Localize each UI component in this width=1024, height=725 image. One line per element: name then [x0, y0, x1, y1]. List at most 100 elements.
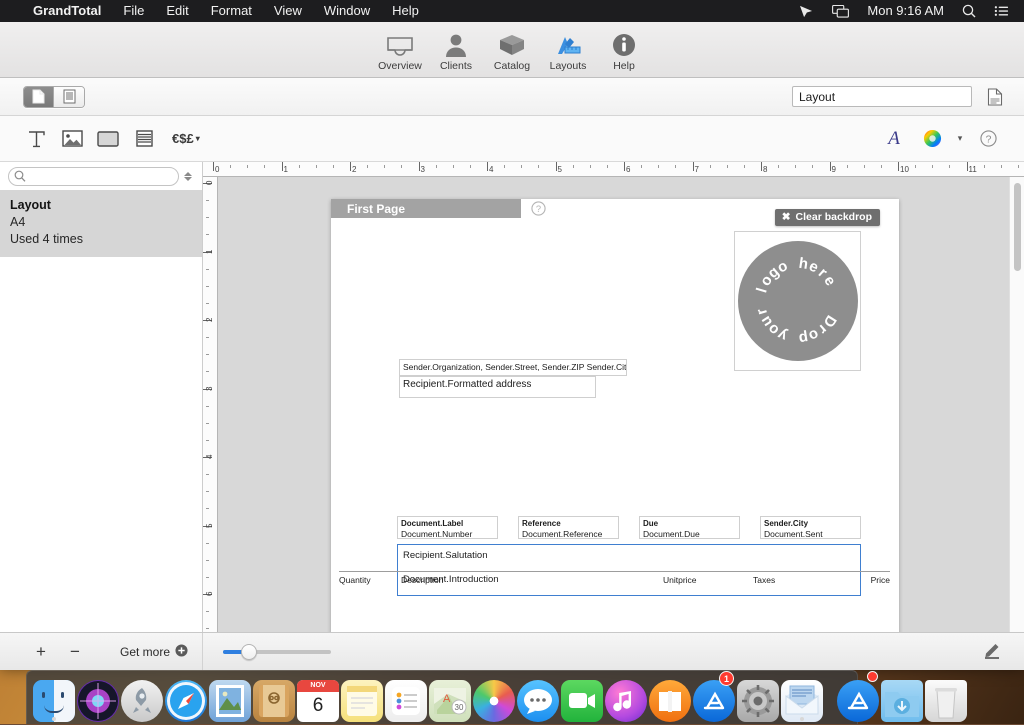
remove-layout-button[interactable]: − [58, 633, 92, 670]
canvas-vertical-scrollbar[interactable] [1009, 177, 1024, 632]
search-input[interactable] [8, 167, 179, 186]
dock-item-safari[interactable] [165, 672, 207, 722]
color-dropdown-arrow-icon[interactable]: ▾ [952, 124, 968, 154]
pencil-edit-icon[interactable] [982, 641, 1002, 662]
dock-item-mail[interactable] [781, 672, 823, 722]
dock-item-trash[interactable] [925, 672, 967, 722]
ruler-tick [419, 162, 420, 171]
app-toolbar: Overview Clients [0, 22, 1024, 78]
screen-share-icon[interactable] [823, 5, 858, 18]
view-mode-segmented-control [23, 86, 85, 108]
toolbar-buttons: Overview Clients [372, 27, 652, 72]
ruler-tick-minor [607, 165, 608, 168]
zoom-slider-knob[interactable] [241, 644, 257, 660]
sidebar-item-layout[interactable]: Layout A4 Used 4 times [0, 190, 202, 257]
colors-wheel-icon[interactable] [914, 124, 950, 154]
menu-bar-clock[interactable]: Mon 9:16 AM [858, 0, 953, 22]
ruler-tick-minor [778, 165, 779, 168]
vertical-ruler[interactable]: 0123456 [203, 177, 218, 632]
field-sender-line[interactable]: Sender.Organization, Sender.Street, Send… [399, 359, 627, 376]
dock-item-calendar[interactable]: NOV6 [297, 672, 339, 722]
scrollbar-thumb[interactable] [1014, 183, 1021, 271]
dock-item-launchpad[interactable] [121, 672, 163, 722]
ruler-label: 0 [215, 165, 219, 174]
toolbar-button-clients[interactable]: Clients [428, 31, 484, 72]
dock-item-downloads-folder[interactable] [881, 672, 923, 722]
field-introduction-block[interactable]: Recipient.Salutation Document.Introducti… [397, 544, 861, 596]
layout-name-input[interactable] [792, 86, 972, 107]
dock-item-itunes[interactable] [605, 672, 647, 722]
dock-item-system-preferences[interactable] [737, 672, 779, 722]
control-center-icon[interactable] [985, 5, 1018, 17]
logo-drop-zone[interactable]: Dropyourlogohere [734, 231, 861, 371]
add-layout-button[interactable]: + [24, 633, 58, 670]
dock-item-ibooks[interactable] [649, 672, 691, 722]
page-help-icon[interactable]: ? [531, 201, 546, 219]
dock-item-messages[interactable] [517, 672, 559, 722]
menu-item-format[interactable]: Format [200, 0, 263, 22]
dock-item-photos[interactable] [473, 672, 515, 722]
dock-item-notes[interactable] [341, 672, 383, 722]
search-icon[interactable] [953, 4, 985, 18]
table-tool-icon[interactable] [126, 124, 162, 154]
dock-item-app-store-2[interactable] [837, 672, 879, 722]
dock-item-app-store[interactable]: 1 [693, 672, 735, 722]
ruler-tick-minor [915, 165, 916, 168]
ruler-label: 5 [558, 165, 562, 174]
segment-list-view[interactable] [54, 87, 84, 107]
toolbar-button-overview[interactable]: Overview [372, 31, 428, 72]
stepper-arrows-icon[interactable] [184, 172, 194, 181]
field-sender-city[interactable]: Sender.City Document.Sent [760, 516, 861, 539]
apple-logo-icon[interactable] [8, 3, 22, 19]
toolbar-button-catalog[interactable]: Catalog [484, 31, 540, 72]
menu-item-help[interactable]: Help [381, 0, 430, 22]
field-due[interactable]: Due Document.Due [639, 516, 740, 539]
sidebar-empty-area [0, 257, 202, 632]
help-circle-icon[interactable]: ? [970, 124, 1006, 154]
horizontal-ruler[interactable]: 01234567891011 [203, 162, 1024, 177]
zoom-slider[interactable] [223, 644, 331, 660]
segment-page-view[interactable] [24, 87, 54, 107]
menu-item-edit[interactable]: Edit [155, 0, 199, 22]
menu-item-window[interactable]: Window [313, 0, 381, 22]
document-settings-icon[interactable] [980, 88, 1010, 106]
ruler-tick-minor [795, 165, 796, 168]
dock-item-mail-stamp[interactable] [209, 672, 251, 722]
items-table-header[interactable]: Quantity Description Unitprice Taxes Pri… [339, 571, 890, 585]
layout-canvas[interactable]: First Page ? ✖ Clear backdrop [218, 177, 1009, 632]
field-recipient-address[interactable]: Recipient.Formatted address [399, 376, 596, 398]
text-tool-icon[interactable] [18, 124, 54, 154]
dock-item-contacts[interactable] [253, 672, 295, 722]
menu-item-grandtotal[interactable]: GrandTotal [22, 0, 112, 22]
dock-item-reminders[interactable] [385, 672, 427, 722]
get-more-button[interactable]: Get more [120, 644, 188, 660]
svg-text:30: 30 [455, 703, 464, 712]
stepper-down-arrow[interactable] [184, 177, 192, 181]
ruler-tick-minor [453, 165, 454, 168]
field-document-label[interactable]: Document.Label Document.Number [397, 516, 498, 539]
ruler-label: 2 [352, 165, 356, 174]
page-preview[interactable]: First Page ? ✖ Clear backdrop [331, 199, 899, 632]
field-reference[interactable]: Reference Document.Reference [518, 516, 619, 539]
dock-item-finder[interactable] [33, 672, 75, 722]
toolbar-button-layouts[interactable]: Layouts [540, 31, 596, 72]
clear-backdrop-button[interactable]: ✖ Clear backdrop [775, 209, 880, 226]
image-tool-icon[interactable] [54, 124, 90, 154]
stepper-up-arrow[interactable] [184, 172, 192, 176]
calendar-icon: NOV6 [297, 680, 339, 722]
dock-item-facetime[interactable] [561, 672, 603, 722]
ruler-tick-minor [264, 165, 265, 168]
menu-item-view[interactable]: View [263, 0, 313, 22]
toolbar-button-help[interactable]: Help [596, 31, 652, 72]
dock-item-maps[interactable]: 30A [429, 672, 471, 722]
inbox-tray-icon [386, 31, 414, 57]
dock-badge: 1 [719, 671, 734, 686]
ruler-tick-minor [206, 491, 209, 492]
fonts-icon[interactable]: A [876, 124, 912, 154]
dock-item-siri[interactable] [77, 672, 119, 722]
cursor-pointer-icon[interactable] [790, 5, 823, 18]
rectangle-tool-icon[interactable] [90, 124, 126, 154]
page-tab-first-page[interactable]: First Page [331, 199, 521, 218]
currency-tool-button[interactable]: €$£▾ [162, 124, 210, 154]
menu-item-file[interactable]: File [112, 0, 155, 22]
